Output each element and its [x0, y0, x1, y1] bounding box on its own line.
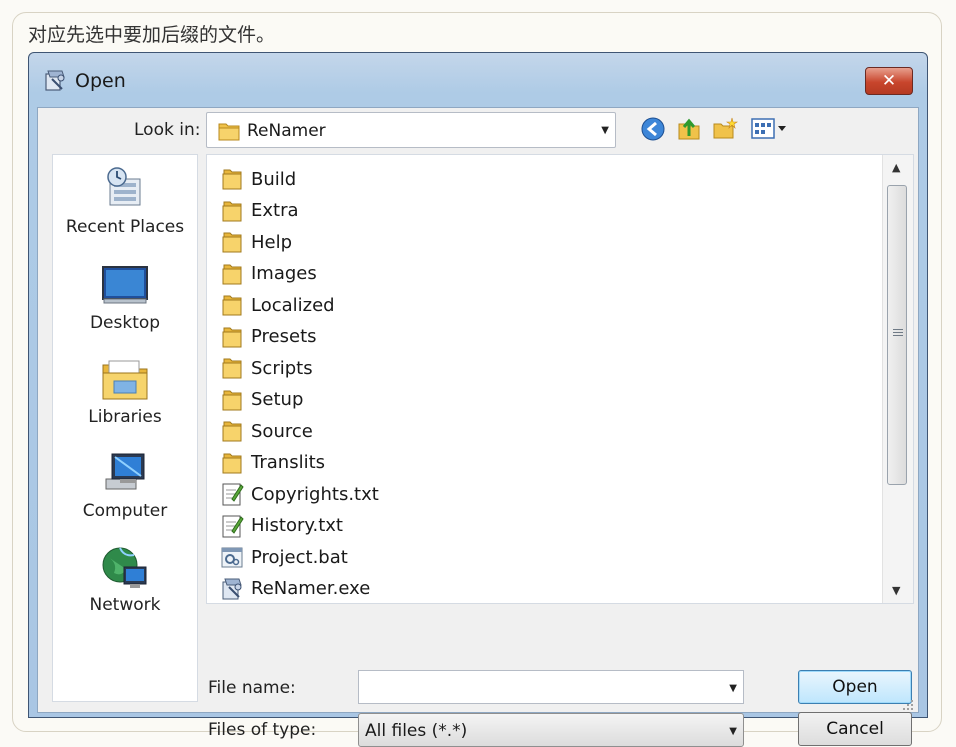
dialog-body: Look in: ReNamer ▼ Recent Places Desktop…: [37, 107, 919, 747]
file-row[interactable]: Source: [219, 417, 313, 445]
places-bar: Recent Places Desktop Libraries Computer: [52, 154, 198, 702]
place-label: Desktop: [89, 313, 161, 333]
file-row[interactable]: Translits: [219, 449, 325, 477]
exe-file-icon: [219, 576, 245, 602]
place-label: Computer: [82, 501, 168, 521]
caption-text: 对应先选中要加后缀的文件。: [28, 24, 276, 46]
folder-icon: [219, 450, 245, 476]
place-recent-places[interactable]: Recent Places: [53, 165, 197, 237]
file-row[interactable]: Build: [219, 165, 296, 193]
chevron-down-icon[interactable]: ▼: [729, 726, 737, 737]
network-icon: [100, 543, 150, 593]
libraries-icon: [100, 355, 150, 405]
folder-icon: [219, 355, 245, 381]
file-name-label: File name:: [208, 678, 296, 698]
resize-grip-icon[interactable]: [902, 696, 914, 710]
up-folder-icon[interactable]: [674, 114, 704, 144]
batch-file-icon: [219, 544, 245, 570]
file-row[interactable]: Help: [219, 228, 292, 256]
folder-icon: [217, 120, 241, 146]
file-name-input[interactable]: ▼: [358, 670, 744, 704]
folder-icon: [219, 166, 245, 192]
file-row[interactable]: Presets: [219, 323, 317, 351]
back-icon[interactable]: [638, 114, 668, 144]
vertical-scrollbar[interactable]: ▲ ▼: [882, 155, 913, 603]
file-name: Copyrights.txt: [251, 483, 379, 505]
file-row[interactable]: Images: [219, 260, 317, 288]
file-name: Presets: [251, 326, 317, 347]
chevron-down-icon[interactable]: ▼: [601, 125, 609, 136]
file-name: Build: [251, 168, 297, 190]
renamer-app-icon: [43, 69, 67, 93]
file-row[interactable]: History.txt: [219, 512, 343, 540]
file-row[interactable]: Scripts: [219, 354, 313, 382]
scroll-up-arrow-icon[interactable]: ▲: [892, 161, 900, 174]
file-name: Extra: [251, 200, 299, 221]
recent-places-icon: [100, 165, 150, 215]
file-name: Translits: [251, 452, 326, 473]
folder-icon: [219, 292, 245, 318]
place-label: Libraries: [88, 407, 162, 427]
look-in-dropdown[interactable]: ReNamer ▼: [206, 112, 616, 148]
file-name: ReNamer.exe: [251, 578, 371, 599]
file-name: Localized: [251, 294, 335, 316]
chevron-down-icon[interactable]: ▼: [729, 683, 737, 694]
file-name: History.txt: [251, 515, 343, 536]
computer-icon: [100, 449, 150, 499]
scrollbar-thumb[interactable]: [887, 185, 907, 485]
file-row[interactable]: Extra: [219, 197, 299, 225]
folder-icon: [219, 418, 245, 444]
file-row[interactable]: ReNamer.exe: [219, 575, 370, 603]
text-file-icon: [219, 481, 245, 507]
file-name: Images: [251, 263, 317, 284]
open-button[interactable]: Open: [798, 670, 912, 704]
look-in-label: Look in:: [134, 120, 201, 140]
open-dialog: Open ✕ Look in: ReNamer ▼ Recent Places …: [28, 52, 928, 747]
cancel-button[interactable]: Cancel: [798, 712, 912, 746]
place-computer[interactable]: Computer: [53, 449, 197, 521]
file-name: Scripts: [251, 357, 313, 379]
title-bar[interactable]: Open ✕: [29, 53, 927, 109]
file-list[interactable]: Build Extra Help Images Localized Presets Scri…: [206, 154, 914, 604]
grip-icon: [893, 329, 903, 338]
files-of-type-value: All files (*.*): [365, 721, 468, 741]
dialog-title: Open: [75, 70, 126, 92]
folder-icon: [219, 229, 245, 255]
file-name: Help: [251, 231, 293, 253]
file-row[interactable]: Setup: [219, 386, 303, 414]
file-row[interactable]: Project.bat: [219, 543, 348, 571]
file-name: Source: [251, 420, 313, 442]
file-name: Setup: [251, 389, 304, 410]
file-row[interactable]: Copyrights.txt: [219, 480, 379, 508]
scroll-down-arrow-icon[interactable]: ▼: [892, 584, 900, 597]
close-button[interactable]: ✕: [865, 67, 913, 95]
desktop-icon: [100, 261, 150, 311]
files-of-type-label: Files of type:: [208, 720, 317, 740]
place-network[interactable]: Network: [53, 543, 197, 615]
file-name: Project.bat: [251, 546, 348, 568]
file-row[interactable]: Localized: [219, 291, 335, 319]
view-menu-icon[interactable]: [748, 114, 792, 144]
text-file-icon: [219, 513, 245, 539]
place-desktop[interactable]: Desktop: [53, 261, 197, 333]
look-in-value: ReNamer: [247, 121, 326, 141]
new-folder-icon[interactable]: [710, 114, 740, 144]
folder-icon: [219, 387, 245, 413]
place-label: Network: [89, 595, 161, 615]
files-of-type-dropdown[interactable]: All files (*.*) ▼: [358, 713, 744, 747]
place-libraries[interactable]: Libraries: [53, 355, 197, 427]
folder-icon: [219, 261, 245, 287]
folder-icon: [219, 198, 245, 224]
folder-icon: [219, 324, 245, 350]
place-label: Recent Places: [65, 217, 185, 237]
